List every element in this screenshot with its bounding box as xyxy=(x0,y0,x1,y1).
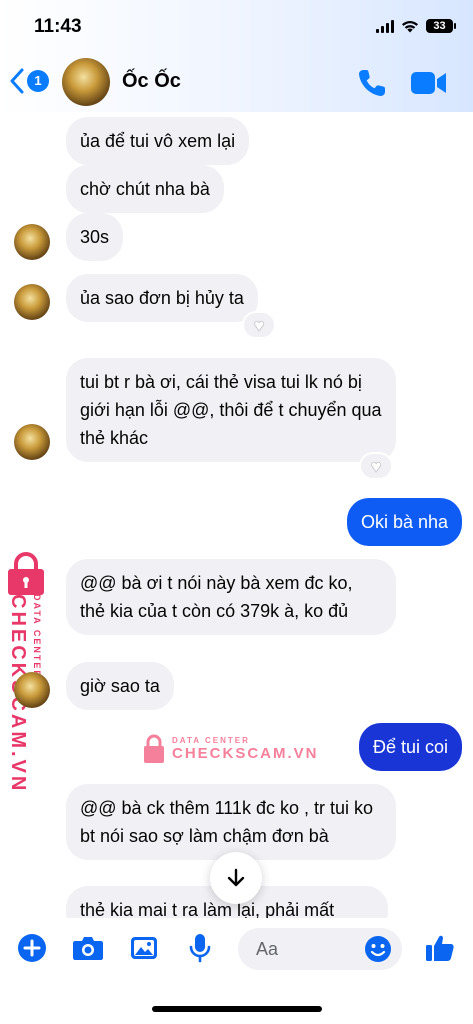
message-outgoing[interactable]: Để tui coi xyxy=(358,723,462,771)
unread-count-badge: 1 xyxy=(27,70,49,92)
signal-icon xyxy=(376,19,394,33)
sender-avatar xyxy=(14,284,50,320)
message-incoming[interactable]: ủa để tui vô xem lại xyxy=(66,117,250,165)
thumbs-up-icon xyxy=(426,935,454,961)
watermark-small: DATA CENTER xyxy=(172,736,250,745)
microphone-icon xyxy=(189,934,211,963)
phone-icon[interactable] xyxy=(356,67,388,99)
status-time: 11:43 xyxy=(34,16,82,37)
arrow-down-icon xyxy=(227,868,245,887)
scroll-to-bottom-button[interactable] xyxy=(210,852,262,904)
chat-header: 1 Ốc Ốc xyxy=(0,52,473,112)
emoji-icon[interactable] xyxy=(364,935,392,963)
message-incoming[interactable]: @@ bà ơi t nói này bà xem đc ko, thẻ kia… xyxy=(66,559,396,635)
checkscam-watermark-side: CHECKSCAM.VN DATA CENTER xyxy=(2,552,50,793)
gallery-icon xyxy=(131,937,157,959)
message-incoming[interactable]: ủa sao đơn bị hủy ta xyxy=(66,274,258,322)
sender-avatar xyxy=(14,424,50,460)
lock-logo-icon xyxy=(8,552,44,595)
video-camera-icon[interactable] xyxy=(410,68,448,98)
sender-avatar xyxy=(14,672,50,708)
watermark-brand: CHECKSCAM.VN xyxy=(172,745,319,762)
message-list[interactable]: CHECKSCAM.VN DATA CENTER ủa để tui vô xe… xyxy=(0,112,473,918)
like-button[interactable] xyxy=(424,932,456,964)
battery-indicator: 33 xyxy=(426,19,456,33)
add-circle-icon xyxy=(18,934,46,962)
message-incoming[interactable]: @@ bà ck thêm 111k đc ko , tr tui ko bt … xyxy=(66,784,396,860)
sender-avatar xyxy=(14,224,50,260)
add-button[interactable] xyxy=(16,932,48,964)
contact-avatar[interactable] xyxy=(62,58,110,106)
message-incoming[interactable]: giờ sao ta xyxy=(66,662,174,710)
camera-icon xyxy=(73,937,103,960)
status-icons: 33 xyxy=(376,19,456,33)
message-incoming[interactable]: chờ chút nha bà xyxy=(66,165,224,213)
watermark-small-vertical: DATA CENTER xyxy=(32,594,42,679)
message-outgoing[interactable]: Oki bà nha xyxy=(346,498,462,546)
voice-button[interactable] xyxy=(184,932,216,964)
status-bar: 11:43 33 xyxy=(0,0,473,52)
contact-name[interactable]: Ốc Ốc xyxy=(122,70,181,93)
message-incoming[interactable]: 30s xyxy=(66,213,124,261)
message-incoming[interactable]: tui bt r bà ơi, cái thẻ visa tui lk nó b… xyxy=(66,358,396,462)
heart-reaction[interactable]: ♥ xyxy=(359,452,393,480)
wifi-icon xyxy=(402,20,418,32)
back-button[interactable]: 1 xyxy=(10,68,49,94)
gallery-button[interactable] xyxy=(128,932,160,964)
camera-button[interactable] xyxy=(72,932,104,964)
lock-logo-icon xyxy=(144,734,164,763)
heart-reaction[interactable]: ♥ xyxy=(242,311,276,339)
checkscam-watermark-center: DATA CENTER CHECKSCAM.VN xyxy=(142,734,319,764)
heart-icon: ♥ xyxy=(370,456,382,476)
composer-bar xyxy=(0,918,473,980)
back-chevron-icon xyxy=(10,68,24,94)
heart-icon: ♥ xyxy=(253,315,265,335)
home-indicator xyxy=(152,1006,322,1012)
